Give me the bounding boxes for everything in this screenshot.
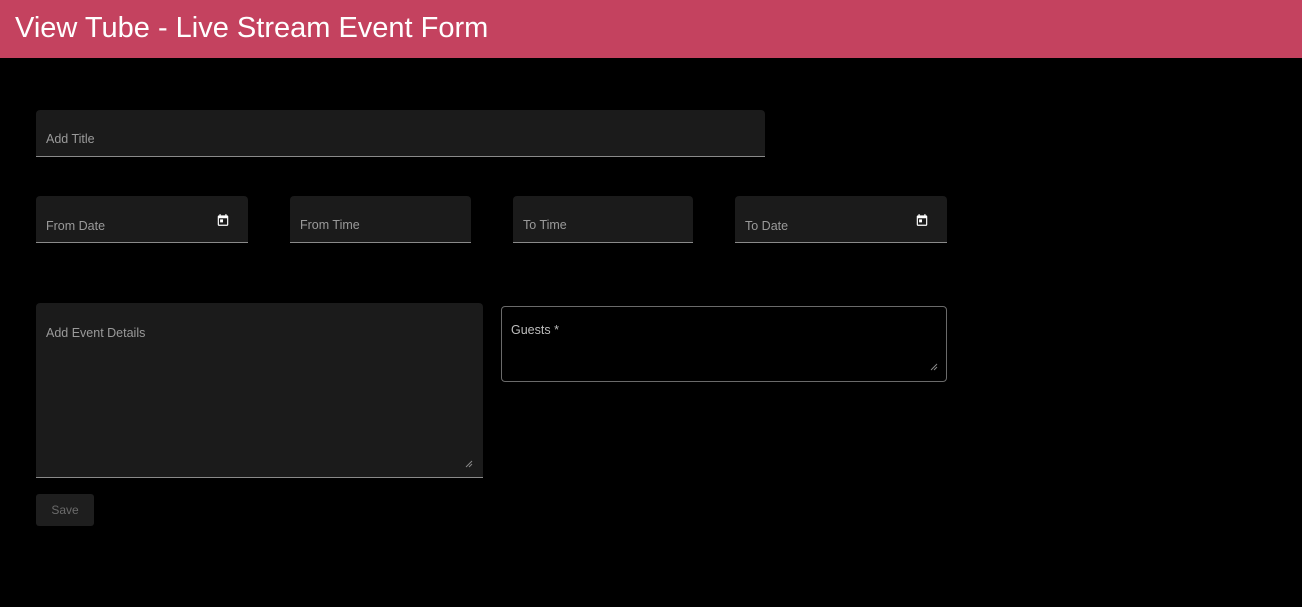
event-details-textarea[interactable]: Add Event Details (36, 303, 483, 478)
page-title: View Tube - Live Stream Event Form (15, 12, 489, 44)
from-time-field[interactable]: From Time (290, 196, 471, 243)
save-button[interactable]: Save (36, 494, 94, 526)
guests-field[interactable]: Guests * (501, 306, 947, 382)
to-date-label: To Date (745, 219, 789, 233)
resize-handle-icon[interactable] (465, 460, 473, 468)
to-time-label: To Time (523, 218, 567, 232)
to-date-field[interactable]: To Date (735, 196, 947, 243)
title-field[interactable]: Add Title (36, 110, 765, 157)
from-date-field[interactable]: From Date (36, 196, 248, 243)
resize-handle-icon[interactable] (930, 363, 938, 371)
title-field-label: Add Title (46, 132, 95, 146)
guests-label: Guests * (511, 323, 559, 337)
from-time-label: From Time (300, 218, 360, 232)
from-date-label: From Date (46, 219, 106, 233)
calendar-icon[interactable] (216, 213, 230, 227)
to-time-field[interactable]: To Time (513, 196, 693, 243)
calendar-icon[interactable] (915, 213, 929, 227)
app-header: View Tube - Live Stream Event Form (0, 0, 1302, 58)
event-details-label: Add Event Details (46, 326, 146, 340)
